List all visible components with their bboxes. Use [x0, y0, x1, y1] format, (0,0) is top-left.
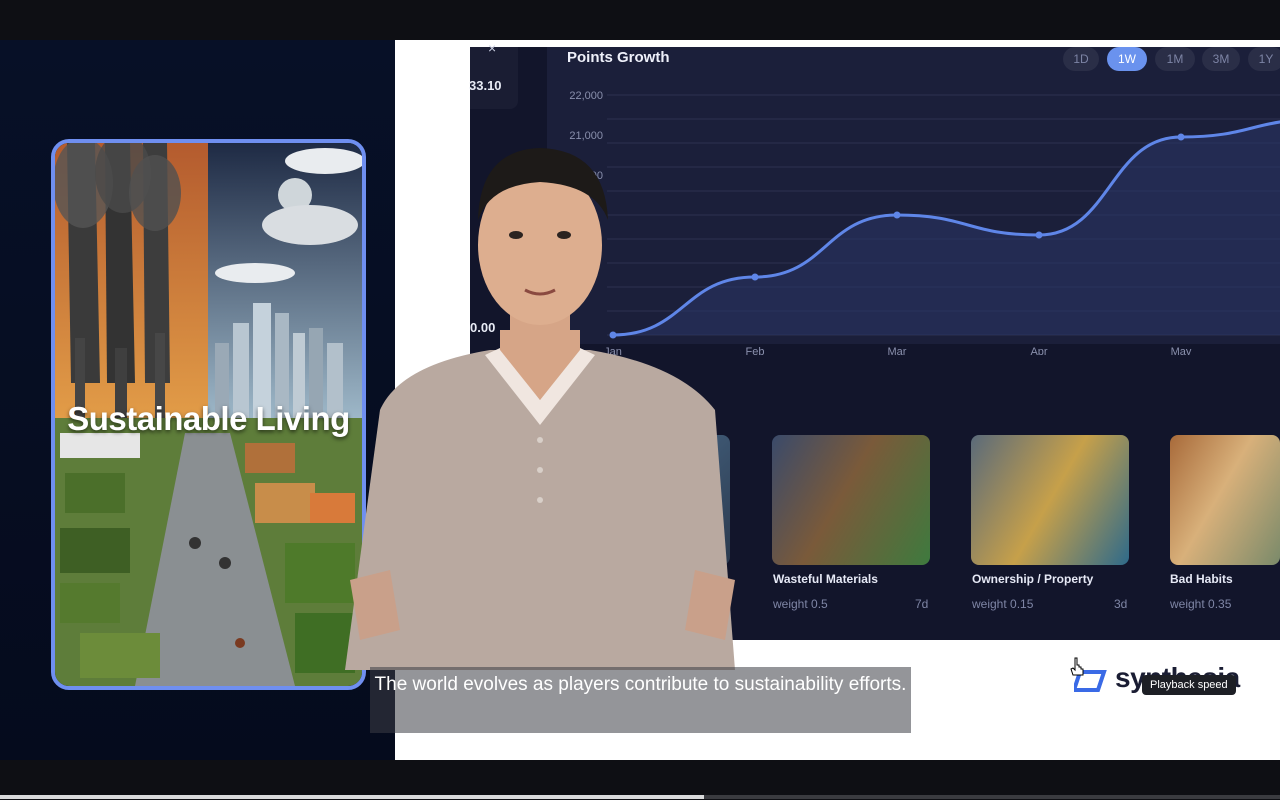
- data-point[interactable]: [893, 211, 901, 219]
- range-label: 1Y: [1258, 52, 1274, 66]
- thumbnail-days: 3d: [1114, 597, 1128, 611]
- card-title: Sustainable Living: [67, 400, 350, 437]
- progress-fill[interactable]: [0, 795, 704, 799]
- range-button-1w[interactable]: 1W: [1107, 47, 1147, 71]
- thumbnail-title: Wasteful Materials: [773, 572, 878, 586]
- chart-title: Points Growth: [567, 49, 670, 66]
- range-button-1d[interactable]: 1D: [1063, 47, 1099, 71]
- x-tick-label: Feb: [746, 346, 765, 355]
- range-label: 1D: [1073, 52, 1089, 66]
- mini-stat-value: 33.10: [469, 78, 502, 93]
- range-label: 1W: [1118, 52, 1136, 66]
- thumbnail-title: Bad Habits: [1170, 572, 1233, 586]
- range-button-1m[interactable]: 1M: [1155, 47, 1195, 71]
- hand-cursor-icon: [1070, 657, 1084, 676]
- thumbnail-wasteful-materials[interactable]: [772, 435, 930, 565]
- data-point[interactable]: [751, 273, 759, 281]
- close-icon[interactable]: ×: [488, 40, 496, 56]
- range-button-3m[interactable]: 3M: [1202, 47, 1240, 71]
- range-label: 1M: [1166, 52, 1184, 66]
- playback-speed-tooltip: Playback speed: [1142, 675, 1236, 695]
- top-bar: [0, 0, 1280, 40]
- presenter: [345, 148, 735, 670]
- x-tick-label: Apr: [1030, 346, 1047, 355]
- range-button-1y[interactable]: 1Y: [1248, 47, 1280, 71]
- data-point[interactable]: [1177, 133, 1185, 141]
- x-tick-label: May: [1171, 346, 1192, 355]
- sustainable-living-card: Sustainable Living: [51, 139, 366, 690]
- y-tick-label: 22,000: [569, 90, 603, 102]
- x-tick-label: Mar: [888, 346, 907, 355]
- thumbnail-ownership-property[interactable]: [971, 435, 1129, 565]
- data-point[interactable]: [1035, 231, 1043, 239]
- thumbnail-days: 7d: [915, 597, 929, 611]
- player-controls-bar: [0, 760, 1280, 800]
- thumbnail-weight: weight 0.15: [972, 597, 1034, 611]
- subtitle-caption: The world evolves as players contribute …: [370, 667, 911, 733]
- thumbnail-bad-habits[interactable]: [1170, 435, 1280, 565]
- range-label: 3M: [1212, 52, 1230, 66]
- thumbnail-weight: weight 0.35: [1170, 597, 1232, 611]
- thumbnail-weight: weight 0.5: [773, 597, 828, 611]
- thumbnail-title: Ownership / Property: [972, 572, 1094, 586]
